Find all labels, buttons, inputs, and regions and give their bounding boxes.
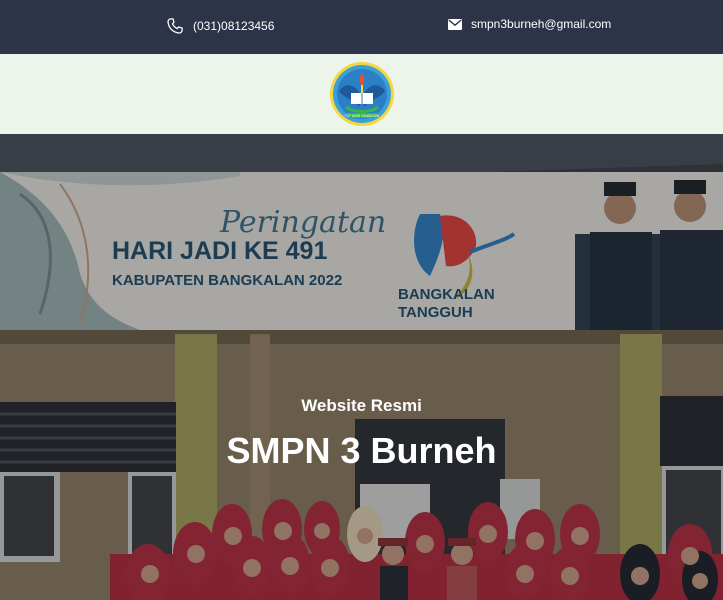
hero-subtitle: Website Resmi <box>301 396 422 415</box>
phone-icon <box>166 17 184 35</box>
logo-bar: TUT WURI HANDAYANI <box>0 54 723 134</box>
email-address: smpn3burneh@gmail.com <box>471 17 612 31</box>
phone-number: (031)08123456 <box>193 19 275 33</box>
hero-title: SMPN 3 Burneh <box>226 430 497 471</box>
logo-motto: TUT WURI HANDAYANI <box>344 114 379 118</box>
envelope-icon <box>448 18 462 30</box>
email-contact[interactable]: smpn3burneh@gmail.com <box>448 17 611 31</box>
hero-section: Peringatan HARI JADI KE 491 KABUPATEN BA… <box>0 134 723 600</box>
school-logo[interactable]: TUT WURI HANDAYANI <box>329 61 395 127</box>
phone-contact[interactable]: (031)08123456 <box>166 17 274 35</box>
contact-bar: (031)08123456 smpn3burneh@gmail.com <box>0 0 723 54</box>
hero-overlay <box>0 134 723 600</box>
